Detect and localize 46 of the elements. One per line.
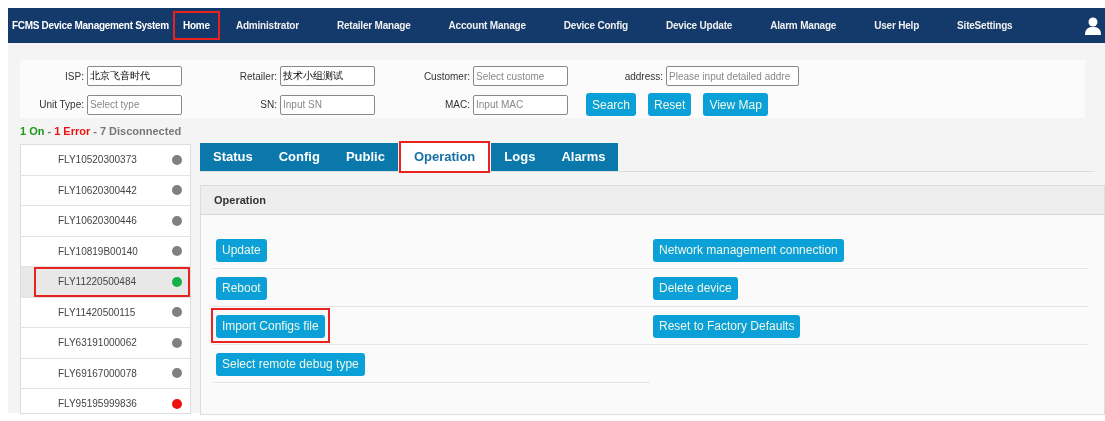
nav-link[interactable]: Device Config	[555, 13, 636, 38]
input-field[interactable]: Input MAC	[473, 94, 568, 115]
device-serial: FLY69167000078	[58, 366, 137, 381]
nav-link[interactable]: SiteSettings	[949, 13, 1021, 38]
tab[interactable]: Public	[332, 143, 398, 171]
input-field[interactable]: Input SN	[280, 94, 375, 115]
input-field[interactable]: Select custome	[473, 66, 568, 86]
tab[interactable]: Operation	[400, 143, 489, 171]
field-label: Retailer:	[238, 69, 278, 84]
field-label: Customer:	[422, 69, 471, 84]
status-summary-text: 1 On	[20, 125, 45, 138]
device-serial: FLY10620300446	[58, 214, 137, 229]
input-field[interactable]: Select type	[87, 94, 182, 115]
input-field[interactable]: Please input detailed addre	[666, 66, 799, 86]
tab[interactable]: Status	[200, 143, 266, 171]
input-field[interactable]: 北京飞音时代	[87, 66, 182, 86]
field-label: MAC:	[444, 98, 471, 112]
nav-link[interactable]: Alarm Manage	[762, 13, 845, 38]
nav-link[interactable]: Retailer Manage	[328, 13, 419, 38]
nav-link[interactable]: Device Update	[657, 13, 741, 38]
nav-link[interactable]: Home	[174, 13, 218, 38]
device-serial: FLY10620300442	[58, 183, 137, 198]
nav-link[interactable]: User Help	[866, 13, 928, 38]
input-field[interactable]: 技术小组测试	[280, 66, 375, 86]
status-summary-text: - 7 Disconnected	[93, 125, 182, 138]
tab[interactable]: Config	[265, 143, 333, 171]
status-summary-text: -	[47, 125, 52, 138]
app-title: FCMS Device Management System	[12, 19, 169, 33]
user-icon[interactable]	[1085, 16, 1101, 35]
device-serial: FLY95195999836	[58, 397, 137, 412]
field-label: SN:	[259, 98, 278, 112]
tab[interactable]: Logs	[491, 143, 549, 171]
nav-link[interactable]: Administrator	[227, 13, 307, 38]
field-label: address:	[623, 69, 664, 84]
tab[interactable]: Alarms	[548, 143, 619, 171]
device-serial: FLY63191000062	[58, 336, 137, 351]
field-label: Unit Type:	[38, 98, 85, 112]
nav-link[interactable]: Account Manage	[440, 13, 534, 38]
device-serial: FLY11420500115	[58, 305, 136, 320]
device-serial: FLY11220500484	[58, 275, 137, 290]
device-item[interactable]: FLY11220500484	[21, 267, 190, 298]
device-serial: FLY10520300373	[58, 153, 137, 168]
panel-title: Operation	[214, 192, 266, 208]
status-summary-text: 1 Error	[54, 125, 91, 138]
field-label: ISP:	[64, 69, 85, 84]
device-serial: FLY10819B00140	[58, 244, 138, 259]
